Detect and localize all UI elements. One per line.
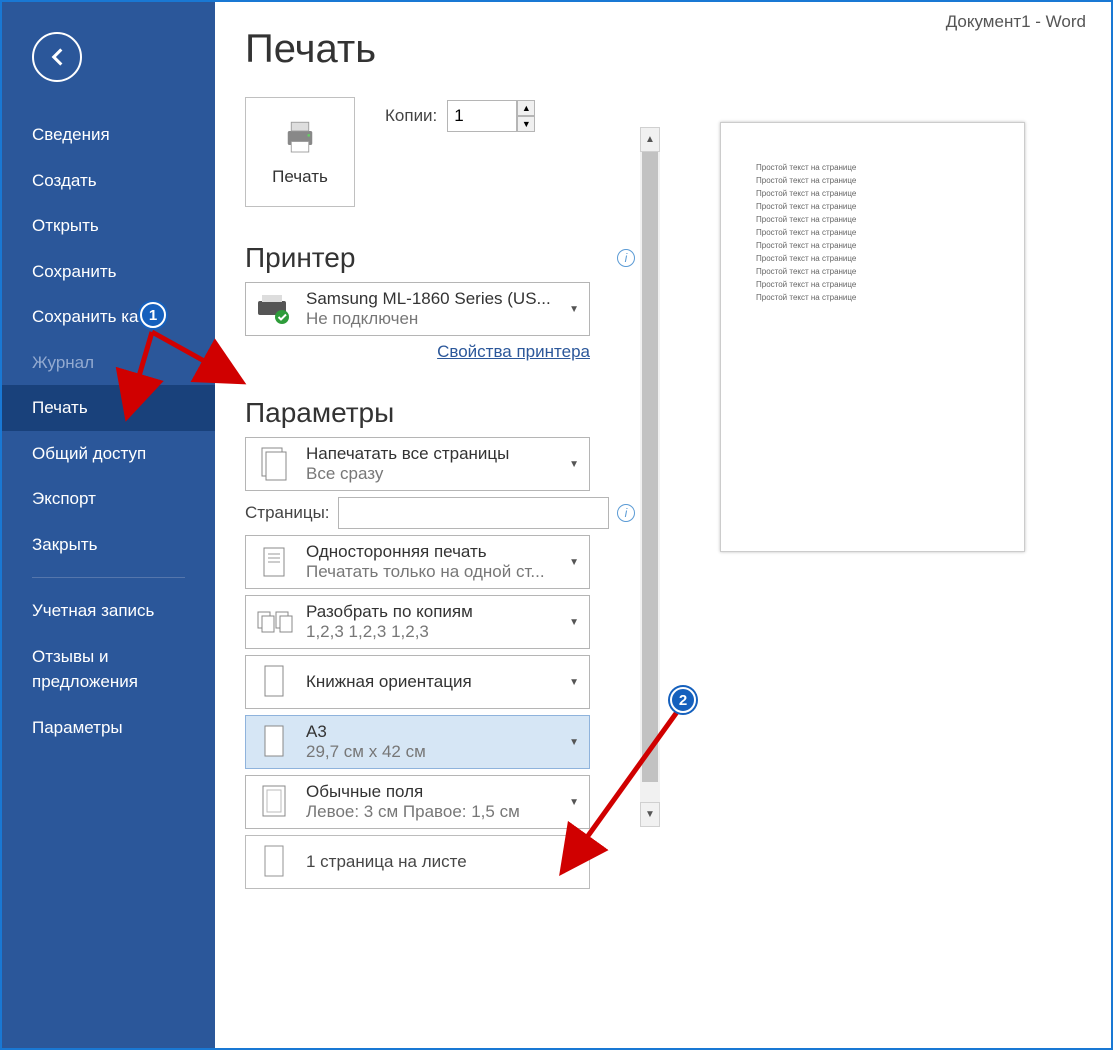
sidebar-item-new[interactable]: Создать <box>2 158 215 204</box>
printer-properties-link[interactable]: Свойства принтера <box>437 342 590 361</box>
printer-status: Не подключен <box>306 309 555 329</box>
sidebar-item-feedback[interactable]: Отзывы и предложения <box>2 634 215 705</box>
annotation-callout-2: 2 <box>670 687 696 713</box>
chevron-down-icon: ▼ <box>563 617 585 628</box>
pages-per-sheet-icon <box>250 840 298 884</box>
pages-input[interactable] <box>338 497 609 529</box>
printer-device-icon <box>250 287 298 331</box>
paper-size-dropdown[interactable]: A3 29,7 см x 42 см ▼ <box>245 715 590 769</box>
pages-per-sheet-dropdown[interactable]: 1 страница на листе ▼ <box>245 835 590 889</box>
portrait-icon <box>250 660 298 704</box>
chevron-down-icon: ▼ <box>563 304 585 315</box>
sidebar-item-saveas[interactable]: Сохранить как <box>2 294 215 340</box>
collate-icon <box>250 600 298 644</box>
info-icon[interactable]: i <box>617 249 635 267</box>
sidebar-item-open[interactable]: Открыть <box>2 203 215 249</box>
copies-label: Копии: <box>385 106 437 126</box>
copies-spinner[interactable]: ▲ ▼ <box>447 100 535 132</box>
sidebar-item-close[interactable]: Закрыть <box>2 522 215 568</box>
window-title: Документ1 - Word <box>946 12 1086 32</box>
chevron-down-icon: ▼ <box>563 857 585 868</box>
section-printer: Принтер <box>245 242 355 274</box>
sidebar-item-save[interactable]: Сохранить <box>2 249 215 295</box>
sidebar-item-history[interactable]: Журнал <box>2 340 215 386</box>
orientation-dropdown[interactable]: Книжная ориентация ▼ <box>245 655 590 709</box>
chevron-down-icon: ▼ <box>563 677 585 688</box>
print-button-label: Печать <box>272 167 328 187</box>
chevron-down-icon: ▼ <box>563 737 585 748</box>
scroll-down[interactable]: ▼ <box>640 802 660 827</box>
printer-dropdown[interactable]: Samsung ML-1860 Series (US... Не подключ… <box>245 282 590 336</box>
page-title: Печать <box>245 27 635 72</box>
pages-label: Страницы: <box>245 503 330 523</box>
margins-dropdown[interactable]: Обычные поля Левое: 3 см Правое: 1,5 см … <box>245 775 590 829</box>
back-button[interactable] <box>32 32 82 82</box>
scroll-up[interactable]: ▲ <box>640 127 660 152</box>
paper-size-icon <box>250 720 298 764</box>
section-params: Параметры <box>245 397 394 429</box>
margins-icon <box>250 780 298 824</box>
collate-dropdown[interactable]: Разобрать по копиям 1,2,3 1,2,3 1,2,3 ▼ <box>245 595 590 649</box>
chevron-down-icon: ▼ <box>563 557 585 568</box>
sidebar-item-export[interactable]: Экспорт <box>2 476 215 522</box>
print-range-dropdown[interactable]: Напечатать все страницы Все сразу ▼ <box>245 437 590 491</box>
copies-up[interactable]: ▲ <box>517 100 535 116</box>
sidebar-item-info[interactable]: Сведения <box>2 112 215 158</box>
print-preview: Простой текст на странице Простой текст … <box>660 2 1111 1048</box>
copies-down[interactable]: ▼ <box>517 116 535 132</box>
copies-input[interactable] <box>447 100 517 132</box>
printer-icon <box>279 117 321 159</box>
chevron-down-icon: ▼ <box>563 797 585 808</box>
sided-dropdown[interactable]: Односторонняя печать Печатать только на … <box>245 535 590 589</box>
printer-name: Samsung ML-1860 Series (US... <box>306 289 555 309</box>
one-sided-icon <box>250 540 298 584</box>
pages-icon <box>250 442 298 486</box>
chevron-down-icon: ▼ <box>563 459 585 470</box>
vertical-scrollbar[interactable]: ▲ ▼ <box>640 127 660 827</box>
sidebar-item-account[interactable]: Учетная запись <box>2 588 215 634</box>
print-button[interactable]: Печать <box>245 97 355 207</box>
sidebar-item-print[interactable]: Печать <box>2 385 215 431</box>
info-icon[interactable]: i <box>617 504 635 522</box>
sidebar-item-options[interactable]: Параметры <box>2 705 215 751</box>
scroll-thumb[interactable] <box>642 152 658 782</box>
page-preview: Простой текст на странице Простой текст … <box>720 122 1025 552</box>
annotation-callout-1: 1 <box>140 302 166 328</box>
sidebar-item-share[interactable]: Общий доступ <box>2 431 215 477</box>
